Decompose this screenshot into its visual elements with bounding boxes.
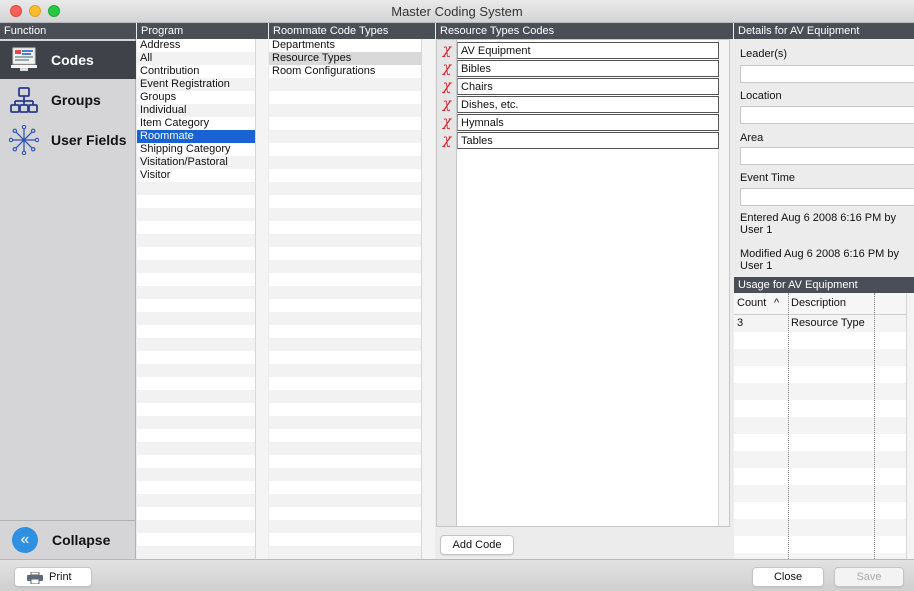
code-row: χ Tables — [437, 131, 719, 149]
function-user-fields[interactable]: User Fields — [0, 121, 136, 159]
usage-header: Usage for AV Equipment — [734, 277, 914, 293]
program-item[interactable]: Contribution — [137, 65, 255, 78]
description-column-header[interactable]: Description — [791, 297, 846, 309]
usage-table: Count ^ Description 3 Resource Type — [734, 293, 914, 559]
usage-body: 3 Resource Type — [734, 315, 914, 559]
printer-icon — [27, 571, 43, 590]
program-list[interactable]: Address All Contribution Event Registration… — [137, 39, 255, 559]
area-field[interactable] — [740, 147, 914, 165]
codes-scrollbar[interactable] — [718, 40, 729, 526]
delete-code-icon[interactable]: χ — [437, 78, 457, 94]
program-item[interactable]: All — [137, 52, 255, 65]
code-type-item[interactable]: Room Configurations — [269, 65, 421, 78]
code-field[interactable]: Bibles — [457, 59, 719, 77]
location-label: Location — [740, 90, 782, 102]
entered-info: Entered Aug 6 2008 6:16 PM by User 1 — [740, 212, 896, 236]
details-panel: Leader(s) Location Area Event Time Enter… — [734, 39, 914, 277]
code-field[interactable]: Hymnals — [457, 113, 719, 131]
close-button[interactable]: Close — [752, 567, 824, 587]
function-user-fields-label: User Fields — [51, 132, 127, 148]
save-button[interactable]: Save — [834, 567, 904, 587]
bottom-bar: Print Close Save — [0, 559, 914, 591]
code-types-scrollbar[interactable] — [421, 39, 435, 559]
sort-indicator-icon: ^ — [774, 297, 780, 309]
event-time-label: Event Time — [740, 172, 796, 184]
function-groups-label: Groups — [51, 92, 101, 108]
code-field[interactable]: Dishes, etc. — [457, 95, 719, 113]
user-fields-icon — [9, 125, 39, 155]
codes-footer: Add Code — [436, 527, 730, 559]
delete-code-icon[interactable]: χ — [437, 42, 457, 58]
code-row: χ AV Equipment — [437, 41, 719, 59]
code-row: χ Bibles — [437, 59, 719, 77]
collapse-label: Collapse — [52, 532, 111, 548]
code-row: χ Chairs — [437, 77, 719, 95]
add-code-button[interactable]: Add Code — [440, 535, 514, 555]
usage-description: Resource Type — [791, 317, 865, 329]
program-item[interactable]: Event Registration — [137, 78, 255, 91]
program-item[interactable]: Visitor — [137, 169, 255, 182]
double-chevron-left-icon: « — [12, 527, 38, 553]
function-sidebar: Codes Groups User Fields « Collapse — [0, 39, 136, 559]
function-header: Function — [0, 23, 136, 39]
codes-header: Resource Types Codes — [436, 23, 733, 39]
program-item[interactable]: Item Category — [137, 117, 255, 130]
usage-column-headers: Count ^ Description — [734, 293, 914, 315]
program-header: Program — [137, 23, 268, 39]
column-divider — [874, 293, 875, 559]
location-field[interactable] — [740, 106, 914, 124]
program-list-scrollbar[interactable] — [255, 39, 268, 559]
details-header: Details for AV Equipment — [734, 23, 914, 39]
usage-row[interactable]: 3 Resource Type — [734, 315, 914, 332]
delete-code-icon[interactable]: χ — [437, 96, 457, 112]
leader-label: Leader(s) — [740, 48, 788, 60]
function-codes[interactable]: Codes — [0, 41, 136, 79]
program-item[interactable]: Visitation/Pastoral — [137, 156, 255, 169]
codes-list[interactable]: χ AV Equipment χ Bibles χ Chairs χ Dishes, etc.… — [436, 39, 730, 527]
program-item[interactable]: Address — [137, 39, 255, 52]
code-row: χ Dishes, etc. — [437, 95, 719, 113]
codes-icon — [9, 45, 39, 75]
code-type-item[interactable]: Departments — [269, 39, 421, 52]
window-title: Master Coding System — [391, 4, 523, 19]
usage-scrollbar[interactable] — [906, 293, 914, 559]
delete-code-icon[interactable]: χ — [437, 132, 457, 148]
print-label: Print — [49, 571, 72, 583]
modified-info: Modified Aug 6 2008 6:16 PM by User 1 — [740, 248, 899, 272]
print-button[interactable]: Print — [14, 567, 92, 587]
groups-icon — [9, 85, 39, 115]
area-label: Area — [740, 132, 764, 144]
code-types-list[interactable]: Departments Resource Types Room Configurat… — [269, 39, 421, 559]
code-types-header: Roommate Code Types — [269, 23, 435, 39]
program-item[interactable]: Individual — [137, 104, 255, 117]
code-type-item[interactable]: Resource Types — [269, 52, 421, 65]
code-field[interactable]: AV Equipment — [457, 41, 719, 59]
code-row: χ Hymnals — [437, 113, 719, 131]
function-groups[interactable]: Groups — [0, 81, 136, 119]
program-item[interactable]: Roommate — [137, 130, 255, 143]
column-divider — [788, 293, 789, 559]
code-field[interactable]: Tables — [457, 131, 719, 149]
code-field[interactable]: Chairs — [457, 77, 719, 95]
delete-code-icon[interactable]: χ — [437, 114, 457, 130]
event-time-field[interactable] — [740, 188, 914, 206]
title-bar: Master Coding System — [0, 0, 914, 23]
delete-code-icon[interactable]: χ — [437, 60, 457, 76]
program-item[interactable]: Groups — [137, 91, 255, 104]
function-codes-label: Codes — [51, 52, 94, 68]
leader-field[interactable] — [740, 65, 914, 83]
usage-count: 3 — [737, 317, 744, 329]
count-column-header[interactable]: Count — [737, 297, 766, 309]
program-item[interactable]: Shipping Category — [137, 143, 255, 156]
collapse-button[interactable]: « Collapse — [0, 520, 136, 559]
